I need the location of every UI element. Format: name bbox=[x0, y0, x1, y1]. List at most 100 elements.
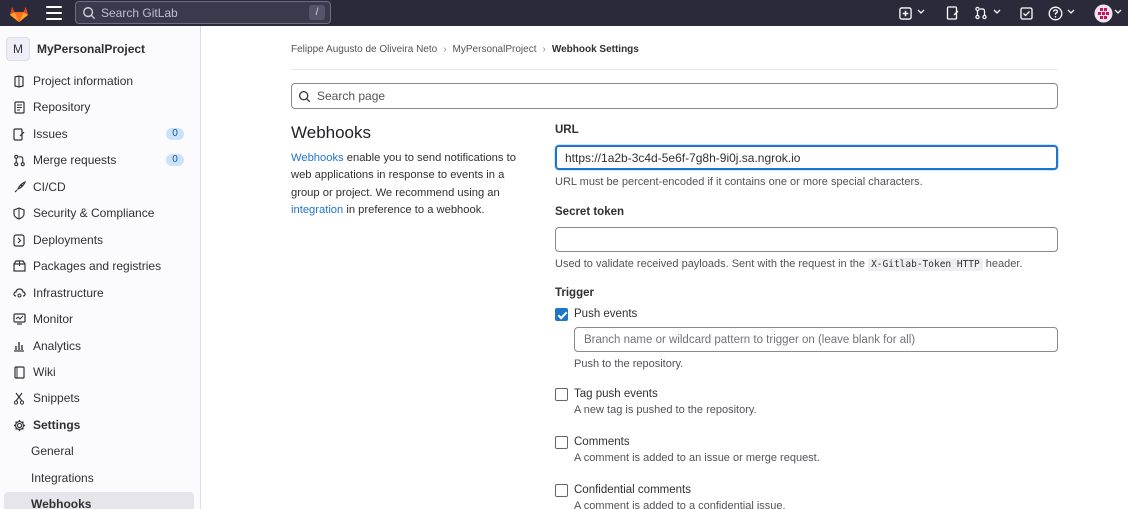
sidebar-item-label: Project information bbox=[33, 74, 134, 88]
chevron-down-icon[interactable] bbox=[1114, 7, 1122, 17]
sidebar-item-label: Merge requests bbox=[33, 153, 117, 167]
sidebar-item-ci-cd[interactable]: CI/CD bbox=[4, 175, 194, 199]
search-icon bbox=[298, 90, 311, 102]
push-events-help: Push to the repository. bbox=[574, 358, 684, 370]
monitor-icon bbox=[12, 312, 26, 326]
search-icon bbox=[83, 6, 96, 19]
global-search-placeholder: Search GitLab bbox=[101, 5, 178, 20]
url-input[interactable]: https://1a2b-3c4d-5e6f-7g8h-9i0j.sa.ngro… bbox=[555, 145, 1058, 170]
sidebar-subitem-webhooks[interactable]: Webhooks bbox=[4, 492, 194, 509]
sidebar-item-label: Monitor bbox=[33, 312, 74, 326]
trigger-label: Trigger bbox=[555, 287, 594, 299]
push-events-checkbox[interactable] bbox=[555, 308, 568, 321]
secret-token-help-text-part: Used to validate received payloads. Sent… bbox=[555, 258, 869, 270]
sidebar-item-label: Deployments bbox=[33, 233, 104, 247]
push-events-label[interactable]: Push events bbox=[574, 308, 637, 320]
search-page-input[interactable]: Search page bbox=[291, 83, 1058, 109]
comments-help: A comment is added to an issue or merge … bbox=[574, 452, 820, 464]
sidebar-item-label: Packages and registries bbox=[33, 259, 162, 273]
webhooks-docs-link[interactable]: Webhooks bbox=[291, 152, 344, 164]
deployments-icon bbox=[12, 233, 26, 247]
chevron-down-icon[interactable] bbox=[1067, 7, 1075, 17]
chart-icon bbox=[12, 339, 26, 353]
secret-token-input[interactable] bbox=[555, 227, 1058, 252]
cloud-gear-icon bbox=[12, 286, 26, 300]
project-header[interactable]: M MyPersonalProject bbox=[6, 37, 145, 61]
chevron-right-icon: › bbox=[542, 44, 546, 55]
sidebar-item-infrastructure[interactable]: Infrastructure bbox=[4, 281, 194, 305]
plus-icon[interactable] bbox=[896, 4, 914, 22]
tag-push-events-checkbox[interactable] bbox=[555, 388, 568, 401]
sidebar-item-analytics[interactable]: Analytics bbox=[4, 334, 194, 358]
breadcrumb-item[interactable]: MyPersonalProject bbox=[453, 44, 537, 55]
confidential-comments-checkbox[interactable] bbox=[555, 484, 568, 497]
secret-token-help-text-part: header. bbox=[982, 258, 1023, 270]
url-help-text: URL must be percent-encoded if it contai… bbox=[555, 176, 923, 188]
secret-token-label: Secret token bbox=[555, 206, 625, 218]
chevron-down-icon[interactable] bbox=[917, 7, 925, 17]
tag-push-events-label[interactable]: Tag push events bbox=[574, 388, 658, 400]
rocket-icon bbox=[12, 180, 26, 194]
sidebar-item-label: Settings bbox=[33, 418, 81, 432]
sidebar-item-snippets[interactable]: Snippets bbox=[4, 386, 194, 410]
sidebar-item-repository[interactable]: Repository bbox=[4, 95, 194, 119]
sidebar-item-label: Security & Compliance bbox=[33, 206, 155, 220]
shield-icon bbox=[12, 206, 26, 220]
merge-request-icon[interactable] bbox=[972, 4, 990, 22]
issues-icon bbox=[12, 127, 26, 141]
secret-token-help-text: Used to validate received payloads. Sent… bbox=[555, 258, 1023, 271]
confidential-comments-label[interactable]: Confidential comments bbox=[574, 484, 691, 496]
search-shortcut-key: / bbox=[309, 5, 325, 20]
sidebar-item-security-compliance[interactable]: Security & Compliance bbox=[4, 201, 194, 225]
sidebar-item-wiki[interactable]: Wiki bbox=[4, 360, 194, 384]
book-icon bbox=[12, 365, 26, 379]
integration-link[interactable]: integration bbox=[291, 204, 343, 216]
sidebar-item-monitor[interactable]: Monitor bbox=[4, 307, 194, 331]
sidebar-item-label: CI/CD bbox=[33, 180, 66, 194]
gitlab-logo-icon[interactable] bbox=[8, 3, 30, 23]
info-icon bbox=[12, 74, 26, 88]
header-code: X-Gitlab-Token HTTP bbox=[868, 258, 983, 271]
sidebar-item-packages-registries[interactable]: Packages and registries bbox=[4, 254, 194, 278]
merge-requests-count-badge: 0 bbox=[166, 154, 184, 166]
comments-label[interactable]: Comments bbox=[574, 436, 630, 448]
project-name: MyPersonalProject bbox=[37, 42, 146, 56]
sidebar-item-label: Infrastructure bbox=[33, 286, 104, 300]
sidebar-item-merge-requests[interactable]: Merge requests 0 bbox=[4, 148, 194, 172]
sidebar-item-label: Snippets bbox=[33, 391, 80, 405]
sidebar-item-label: Analytics bbox=[33, 339, 82, 353]
sidebar-item-issues[interactable]: Issues 0 bbox=[4, 122, 194, 146]
breadcrumb-current[interactable]: Webhook Settings bbox=[552, 44, 639, 55]
issues-count-badge: 0 bbox=[166, 128, 184, 140]
merge-request-icon bbox=[12, 153, 26, 167]
sidebar: M MyPersonalProject Project information … bbox=[0, 26, 201, 509]
chevron-down-icon[interactable] bbox=[993, 7, 1001, 17]
webhooks-description-text: in preference to a webhook. bbox=[343, 204, 485, 217]
project-avatar: M bbox=[6, 37, 30, 61]
snippet-icon bbox=[12, 391, 26, 405]
issues-icon[interactable] bbox=[943, 4, 961, 22]
sidebar-subitem-general[interactable]: General bbox=[4, 439, 194, 463]
confidential-comments-help: A comment is added to a confidential iss… bbox=[574, 500, 786, 509]
sidebar-item-settings[interactable]: Settings bbox=[4, 413, 194, 437]
package-icon bbox=[12, 259, 26, 273]
sidebar-item-label: Issues bbox=[33, 127, 68, 141]
global-search-input[interactable]: Search GitLab / bbox=[75, 1, 331, 24]
sidebar-item-deployments[interactable]: Deployments bbox=[4, 228, 194, 252]
top-navbar: Search GitLab / bbox=[0, 0, 1128, 26]
sidebar-subitem-integrations[interactable]: Integrations bbox=[4, 466, 194, 490]
todo-icon[interactable] bbox=[1017, 4, 1035, 22]
sidebar-item-project-information[interactable]: Project information bbox=[4, 69, 194, 93]
page-title: Webhooks bbox=[291, 123, 372, 142]
avatar[interactable] bbox=[1093, 3, 1113, 23]
gear-icon bbox=[12, 418, 26, 432]
breadcrumb: Felippe Augusto de Oliveira Neto › MyPer… bbox=[291, 44, 639, 55]
hamburger-menu-icon[interactable] bbox=[46, 6, 62, 20]
help-icon[interactable] bbox=[1046, 4, 1064, 22]
webhooks-description: Webhooks enable you to send notification… bbox=[291, 150, 531, 220]
breadcrumb-item[interactable]: Felippe Augusto de Oliveira Neto bbox=[291, 44, 437, 55]
branch-filter-input[interactable]: Branch name or wildcard pattern to trigg… bbox=[574, 327, 1058, 352]
comments-checkbox[interactable] bbox=[555, 436, 568, 449]
document-icon bbox=[12, 100, 26, 114]
divider bbox=[291, 69, 1058, 70]
